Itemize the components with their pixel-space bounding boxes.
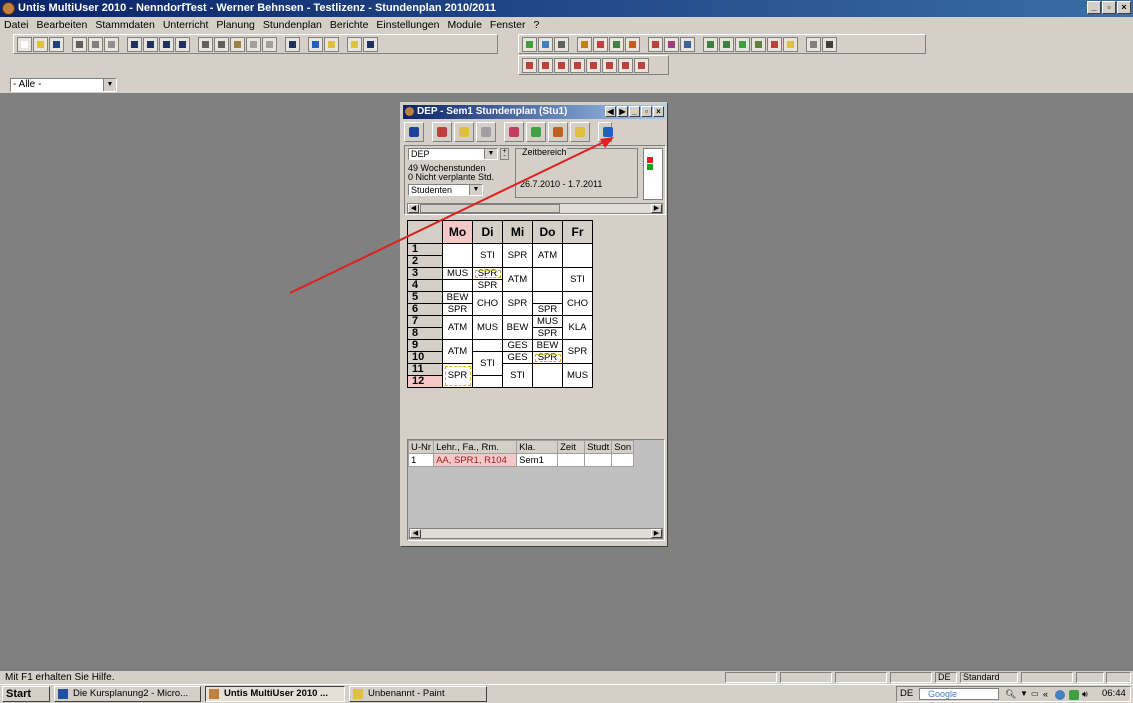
task-label: Die Kursplanung2 - Micro... (73, 688, 189, 699)
search-icon[interactable]: 🔍︎ (1005, 687, 1016, 701)
status-panel (1021, 672, 1073, 683)
task-label: Untis MultiUser 2010 ... (224, 688, 329, 699)
task-untis[interactable]: Untis MultiUser 2010 ... (205, 686, 345, 702)
annotation-arrow (289, 137, 614, 294)
status-panel (1106, 672, 1131, 683)
status-panel (1076, 672, 1104, 683)
task-label: Unbenannt - Paint (368, 688, 445, 699)
status-panel (780, 672, 832, 683)
google-search-box[interactable]: Google (919, 688, 999, 700)
dropdown-icon[interactable]: ▼ (1020, 687, 1028, 701)
start-label: Start (6, 688, 32, 700)
word-icon (58, 689, 68, 699)
task-kursplanung[interactable]: Die Kursplanung2 - Micro... (54, 686, 201, 702)
start-button[interactable]: Start (2, 686, 50, 702)
status-bar: Mit F1 erhalten Sie Hilfe. DE Standard (0, 671, 1133, 684)
status-panel (890, 672, 932, 683)
taskbar: Start Die Kursplanung2 - Micro... Untis … (0, 684, 1133, 703)
expand-tray-icon[interactable]: « (1043, 687, 1048, 701)
task-paint[interactable]: Unbenannt - Paint (349, 686, 487, 702)
network-icon[interactable] (1055, 690, 1065, 700)
status-panel (725, 672, 777, 683)
tray-language[interactable]: DE (900, 687, 913, 701)
arrow-line (289, 140, 607, 294)
status-mode: Standard (960, 672, 1018, 683)
status-panel (835, 672, 887, 683)
clock[interactable]: 06:44 (1102, 687, 1126, 701)
system-tray: DE Google 🔍︎ ▼ ▭ « 🔊︎ 06:44 (896, 686, 1131, 702)
status-hint: Mit F1 erhalten Sie Hilfe. (5, 672, 115, 683)
google-search-label: Google (928, 689, 958, 699)
volume-icon[interactable]: 🔊︎ (1082, 687, 1088, 701)
paint-icon (353, 689, 363, 699)
status-lang: DE (935, 672, 957, 683)
arrow-head (600, 137, 614, 148)
window-icon[interactable]: ▭ (1031, 687, 1039, 701)
untis-icon (209, 689, 219, 699)
security-icon[interactable] (1069, 690, 1079, 700)
